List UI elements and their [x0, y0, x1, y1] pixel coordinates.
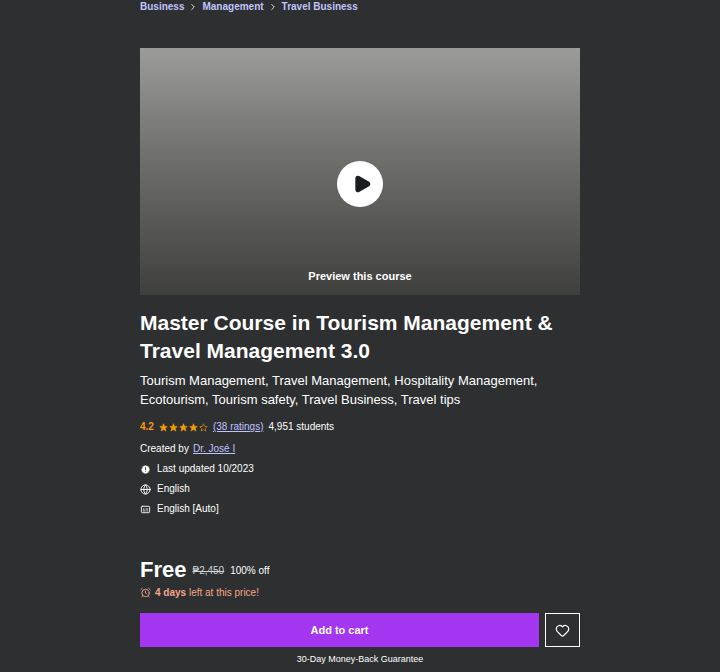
ratings-link[interactable]: (38 ratings): [213, 419, 264, 435]
author-link[interactable]: Dr. José I: [193, 441, 235, 457]
button-row: Add to cart: [140, 613, 580, 647]
star-icon: [159, 423, 168, 432]
last-updated: Last updated 10/2023: [157, 461, 254, 477]
wishlist-button[interactable]: [545, 613, 580, 647]
deadline: 4 days left at this price!: [155, 587, 259, 598]
course-header: Business Management Travel Business Preview…: [140, 0, 580, 672]
alarm-clock-icon: [140, 587, 151, 598]
add-to-cart-button[interactable]: Add to cart: [140, 613, 539, 647]
chevron-right-icon: [188, 2, 198, 12]
breadcrumb: Business Management Travel Business: [140, 0, 580, 14]
captions: English [Auto]: [157, 501, 219, 517]
rating-value: 4.2: [140, 419, 154, 435]
preview-label: Preview this course: [308, 269, 411, 283]
breadcrumb-item[interactable]: Management: [202, 0, 263, 14]
created-by-row: Created byDr. José I: [140, 439, 580, 459]
star-icon: [179, 423, 188, 432]
course-subtitle: Tourism Management, Travel Management, H…: [140, 371, 580, 409]
language: English: [157, 481, 190, 497]
price-row: Free ₱2,450 100% off: [140, 556, 580, 584]
students-count: 4,951 students: [268, 419, 334, 435]
breadcrumb-item[interactable]: Travel Business: [282, 0, 358, 14]
course-page: Business Management Travel Business Preview…: [0, 0, 720, 672]
created-by-label: Created by: [140, 441, 189, 457]
captions-row: English [Auto]: [140, 499, 580, 519]
course-preview[interactable]: Preview this course: [140, 48, 580, 295]
discount: 100% off: [230, 565, 269, 576]
original-price: ₱2,450: [192, 565, 224, 576]
play-button[interactable]: [337, 161, 383, 207]
globe-icon: [140, 484, 151, 495]
deadline-row: 4 days left at this price!: [140, 584, 580, 600]
play-icon: [352, 174, 372, 194]
star-icon: [169, 423, 178, 432]
captions-icon: [140, 504, 151, 515]
chevron-right-icon: [268, 2, 278, 12]
rating-row: 4.2 (38 ratings)4,951 students: [140, 419, 580, 435]
course-title: Master Course in Tourism Management & Tr…: [140, 309, 580, 365]
guarantee: 30-Day Money-Back Guarantee: [140, 653, 580, 665]
update-badge-icon: [140, 464, 151, 475]
last-updated-row: Last updated 10/2023: [140, 459, 580, 479]
breadcrumb-item[interactable]: Business: [140, 0, 184, 14]
heart-icon: [555, 623, 570, 638]
current-price: Free: [140, 557, 186, 583]
star-icon: [199, 423, 208, 432]
star-icon: [189, 423, 198, 432]
rating-stars: [159, 423, 208, 432]
language-row: English: [140, 479, 580, 499]
